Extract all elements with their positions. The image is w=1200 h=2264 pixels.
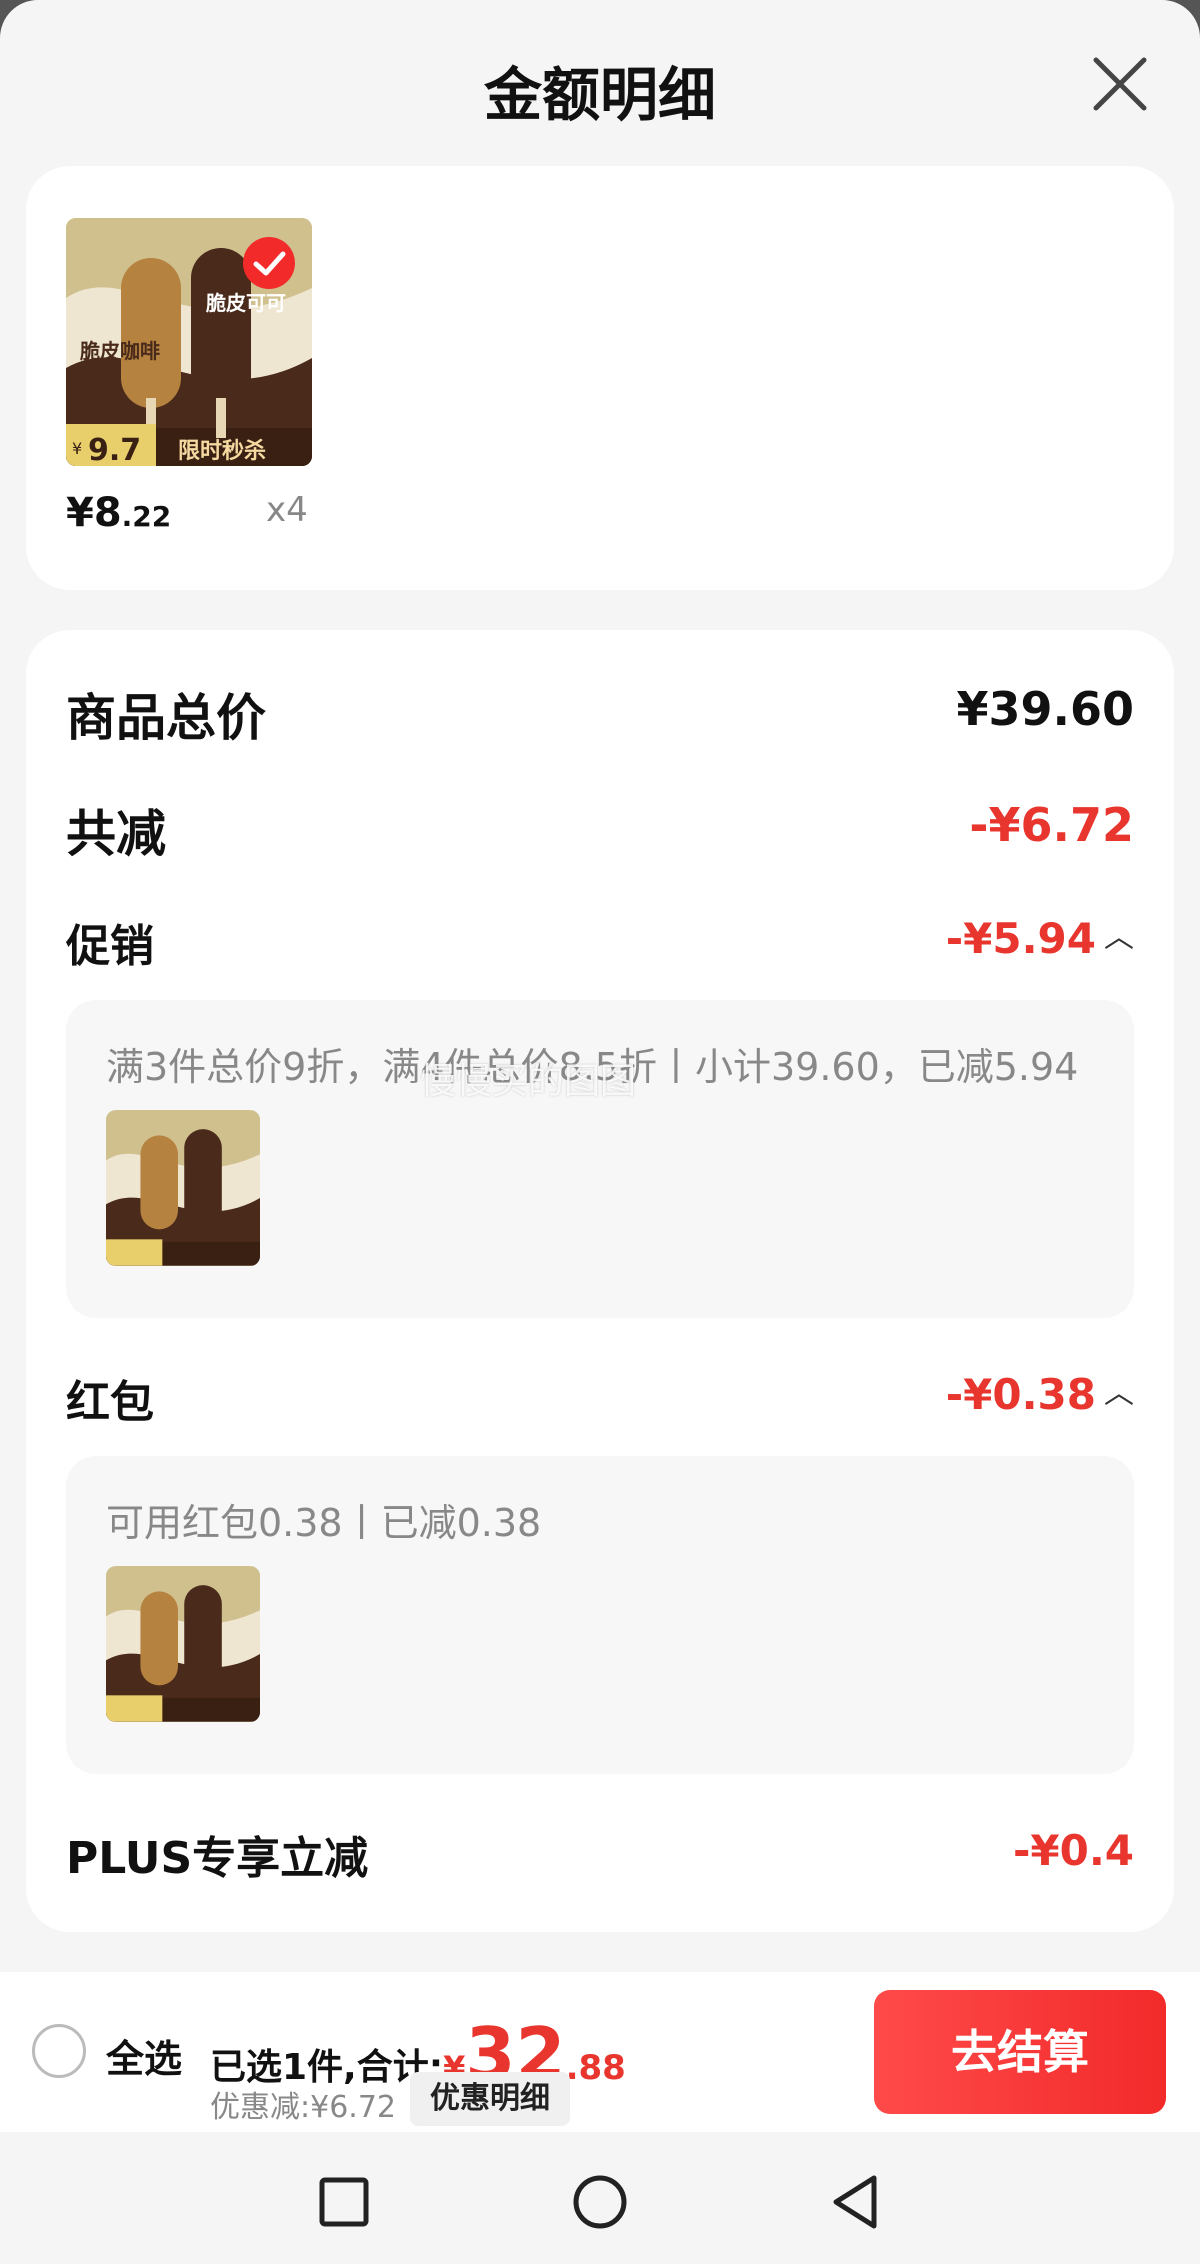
promotion-product-thumbnail[interactable] <box>106 1110 260 1266</box>
back-icon[interactable] <box>826 2172 886 2232</box>
promotion-toggle[interactable]: -¥5.94 ︿ <box>946 912 1134 963</box>
home-icon[interactable] <box>570 2172 630 2232</box>
redpacket-detail-text: 可用红包0.38丨已减0.38 <box>106 1501 542 1545</box>
close-icon <box>1093 57 1147 111</box>
price-decimal: .22 <box>121 500 172 533</box>
system-nav-bar <box>0 2132 1200 2264</box>
ice-cream-image <box>106 1566 260 1722</box>
promotion-label: 促销 <box>66 921 154 972</box>
product-card: 脆皮咖啡 脆皮可可 限时秒杀 ¥ 9.7 ¥8.22 x4 <box>26 166 1174 590</box>
product-quantity: x4 <box>266 490 308 530</box>
goods-total-value: ¥39.60 <box>956 682 1134 736</box>
svg-text:限时秒杀: 限时秒杀 <box>178 438 266 464</box>
chevron-up-icon: ︿ <box>1104 1376 1134 1411</box>
svg-text:脆皮可可: 脆皮可可 <box>206 291 286 315</box>
amount-detail-sheet: 金额明细 脆皮咖啡 脆皮可可 限时秒杀 ¥ 9.7 ¥8.22 x4 商品总价 … <box>0 0 1200 2264</box>
select-all-radio[interactable] <box>32 2024 86 2078</box>
watermark: 慢慢买的图图 <box>420 1061 637 1102</box>
svg-text:¥: ¥ <box>72 439 82 458</box>
svg-text:9.7: 9.7 <box>88 433 141 466</box>
total-discount-label: 共减 <box>66 805 166 863</box>
discount-detail-button[interactable]: 优惠明细 <box>410 2072 570 2126</box>
select-all-label[interactable]: 全选 <box>106 2028 182 2083</box>
promotion-value: -¥5.94 <box>945 914 1096 963</box>
discount-summary: 优惠减:¥6.72 <box>210 2090 396 2125</box>
total-discount-value: -¥6.72 <box>969 798 1134 852</box>
redpacket-toggle[interactable]: -¥0.38 ︿ <box>946 1368 1134 1419</box>
recent-apps-icon[interactable] <box>314 2172 374 2232</box>
breakdown-card: 商品总价 ¥39.60 共减 -¥6.72 促销 -¥5.94 ︿ 满3件总价9折… <box>26 630 1174 1932</box>
chevron-up-icon: ︿ <box>1104 920 1134 955</box>
page-title: 金额明细 <box>483 61 716 129</box>
redpacket-detail-box: 可用红包0.38丨已减0.38 <box>66 1456 1134 1774</box>
price-integer: ¥8 <box>66 490 122 536</box>
plus-discount-value: -¥0.4 <box>1012 1826 1134 1875</box>
svg-text:脆皮咖啡: 脆皮咖啡 <box>80 339 160 363</box>
promotion-detail-box: 满3件总价9折，满4件总价8.5折丨小计39.60，已减5.94 <box>66 1000 1134 1318</box>
checkout-bar: 全选 已选1件,合计:¥32.88 优惠减:¥6.72 优惠明细 去结算 <box>0 1972 1200 2132</box>
checkout-button[interactable]: 去结算 <box>874 1990 1166 2114</box>
total-decimal: .88 <box>565 2048 626 2088</box>
redpacket-value: -¥0.38 <box>945 1370 1096 1419</box>
goods-total-label: 商品总价 <box>66 689 266 747</box>
redpacket-product-thumbnail[interactable] <box>106 1566 260 1722</box>
product-thumbnail[interactable]: 脆皮咖啡 脆皮可可 限时秒杀 ¥ 9.7 <box>66 218 312 466</box>
product-price: ¥8.22 <box>66 490 171 536</box>
ice-cream-image <box>106 1110 260 1266</box>
redpacket-label: 红包 <box>66 1377 154 1428</box>
close-button[interactable] <box>1088 52 1152 116</box>
checked-icon <box>243 237 295 289</box>
plus-discount-label: PLUS专享立减 <box>66 1833 369 1884</box>
